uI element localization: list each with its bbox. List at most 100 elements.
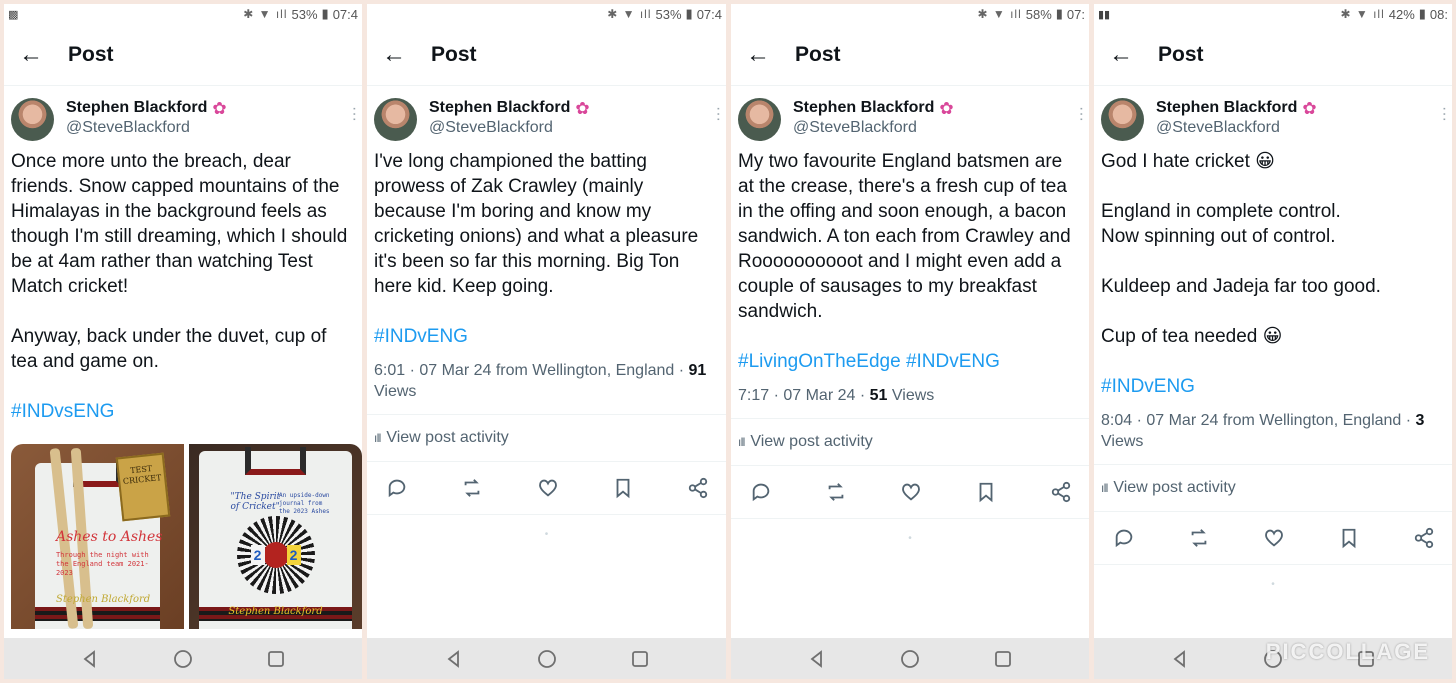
- post-author[interactable]: Stephen Blackford ✿ @SteveBlackford ···: [367, 86, 726, 141]
- avatar[interactable]: [738, 98, 781, 141]
- reply-icon[interactable]: [1112, 526, 1136, 550]
- bookmark-icon[interactable]: [974, 480, 998, 504]
- post-author[interactable]: Stephen Blackford ✿ @SteveBlackford ···: [1094, 86, 1452, 141]
- nav-home-icon[interactable]: [170, 646, 196, 672]
- avatar[interactable]: [11, 98, 54, 141]
- avatar[interactable]: [1101, 98, 1144, 141]
- post-timestamp: 8:04 · 07 Mar 24 from Wellington, Englan…: [1101, 412, 1416, 429]
- author-handle[interactable]: @SteveBlackford: [1156, 119, 1317, 137]
- view-post-activity[interactable]: ıIl View post activity: [367, 415, 726, 462]
- repost-icon[interactable]: [1187, 526, 1211, 550]
- flower-icon: ✿: [212, 98, 227, 118]
- author-name[interactable]: Stephen Blackford: [793, 99, 934, 117]
- clock: 08:: [1429, 6, 1448, 22]
- activity-label[interactable]: View post activity: [386, 429, 508, 447]
- test-cricket-book: TEST CRICKET: [115, 452, 170, 522]
- share-icon[interactable]: [1049, 480, 1073, 504]
- analytics-icon: ıIl: [738, 435, 745, 449]
- author-handle[interactable]: @SteveBlackford: [66, 119, 227, 137]
- author-name[interactable]: Stephen Blackford: [429, 99, 570, 117]
- hashtag-link[interactable]: #INDvsENG: [4, 399, 362, 424]
- like-icon[interactable]: [899, 480, 923, 504]
- clock: 07:4: [696, 6, 722, 22]
- nav-home-icon[interactable]: [534, 646, 560, 672]
- battery-level: 53%: [655, 6, 682, 22]
- bookmark-icon[interactable]: [611, 476, 635, 500]
- flower-icon: ✿: [939, 98, 954, 118]
- like-icon[interactable]: [1262, 526, 1286, 550]
- page-title: Post: [1158, 42, 1204, 66]
- post-author[interactable]: Stephen Blackford ✿ @SteveBlackford ···: [731, 86, 1089, 141]
- views-label: Views: [374, 383, 417, 400]
- nav-back-icon[interactable]: [441, 646, 467, 672]
- post-meta: 8:04 · 07 Mar 24 from Wellington, Englan…: [1094, 399, 1452, 465]
- status-bar: ▩ ✱ ▼ ıll 53% ▮ 07:4: [4, 4, 362, 24]
- book-subtitle: Through the night with the England team …: [55, 551, 149, 578]
- notification-icon: ▮▮: [1098, 8, 1111, 21]
- battery-icon: ▮: [685, 6, 693, 21]
- view-count: 91: [688, 362, 707, 379]
- post-timestamp: 6:01 · 07 Mar 24 from Wellington, Englan…: [374, 362, 689, 379]
- photo-spirit-book[interactable]: "The Spirit of Cricket" An upside-down j…: [189, 444, 362, 629]
- share-icon[interactable]: [686, 476, 710, 500]
- reply-icon[interactable]: [385, 476, 409, 500]
- more-icon[interactable]: ···: [1073, 106, 1089, 122]
- activity-label[interactable]: View post activity: [750, 433, 872, 451]
- repost-icon[interactable]: [824, 480, 848, 504]
- nav-recents-icon[interactable]: [990, 646, 1016, 672]
- back-arrow-icon[interactable]: ←: [1094, 42, 1148, 67]
- author-handle[interactable]: @SteveBlackford: [429, 119, 590, 137]
- hashtag-link[interactable]: #INDvENG: [367, 324, 726, 349]
- post-photos[interactable]: TEST CRICKET Ashes to Ashes Through the …: [4, 424, 362, 629]
- hashtag-link[interactable]: #LivingOnTheEdge #INDvENG: [731, 349, 1089, 374]
- top-bar: ← Post: [1094, 24, 1452, 86]
- nav-home-icon[interactable]: [897, 646, 923, 672]
- nav-recents-icon[interactable]: [263, 646, 289, 672]
- nav-back-icon[interactable]: [77, 646, 103, 672]
- avatar[interactable]: [374, 98, 417, 141]
- nav-recents-icon[interactable]: [627, 646, 653, 672]
- hashtag-link[interactable]: #INDvENG: [1094, 374, 1452, 399]
- view-post-activity[interactable]: ıIl View post activity: [731, 419, 1089, 466]
- nav-back-icon[interactable]: [1167, 646, 1193, 672]
- more-icon[interactable]: ···: [1436, 106, 1452, 122]
- back-arrow-icon[interactable]: ←: [367, 42, 421, 67]
- more-icon[interactable]: ···: [710, 106, 726, 122]
- author-name[interactable]: Stephen Blackford: [66, 99, 207, 117]
- repost-icon[interactable]: [460, 476, 484, 500]
- author-name[interactable]: Stephen Blackford: [1156, 99, 1297, 117]
- activity-label[interactable]: View post activity: [1113, 479, 1235, 497]
- flower-icon: ✿: [575, 98, 590, 118]
- bookmark-icon[interactable]: [1337, 526, 1361, 550]
- more-icon[interactable]: ···: [346, 106, 362, 122]
- like-icon[interactable]: [536, 476, 560, 500]
- back-arrow-icon[interactable]: ←: [4, 42, 58, 67]
- page-title: Post: [68, 42, 114, 66]
- flower-icon: ✿: [1302, 98, 1317, 118]
- android-nav-bar: [731, 638, 1089, 679]
- battery-icon: ▮: [321, 6, 329, 21]
- nav-back-icon[interactable]: [804, 646, 830, 672]
- battery-icon: ▮: [1055, 6, 1063, 21]
- view-post-activity[interactable]: ıIl View post activity: [1094, 465, 1452, 512]
- top-bar: ← Post: [367, 24, 726, 86]
- author-handle[interactable]: @SteveBlackford: [793, 119, 954, 137]
- photo-ashes-book[interactable]: TEST CRICKET Ashes to Ashes Through the …: [11, 444, 184, 629]
- post-meta: 7:17 · 07 Mar 24 · 51 Views: [731, 374, 1089, 419]
- loading-indicator: •: [544, 529, 549, 540]
- view-count: 51: [869, 387, 888, 404]
- clock: 07:4: [332, 6, 358, 22]
- reply-icon[interactable]: [749, 480, 773, 504]
- post-panel-1: ▩ ✱ ▼ ıll 53% ▮ 07:4 ← Post Stephen Blac…: [4, 4, 362, 679]
- android-nav-bar: [4, 638, 362, 679]
- wheel-number-left: 2: [250, 545, 265, 565]
- action-bar: [1094, 512, 1452, 565]
- sweater-stripe: [35, 607, 160, 621]
- analytics-icon: ıIl: [1101, 481, 1108, 495]
- loading-indicator: •: [908, 533, 912, 544]
- post-text: God I hate cricket 😀 England in complete…: [1101, 151, 1381, 347]
- back-arrow-icon[interactable]: ←: [731, 42, 785, 67]
- share-icon[interactable]: [1412, 526, 1436, 550]
- post-timestamp: 7:17 · 07 Mar 24 ·: [738, 387, 870, 404]
- post-author[interactable]: Stephen Blackford ✿ @SteveBlackford ···: [4, 86, 362, 141]
